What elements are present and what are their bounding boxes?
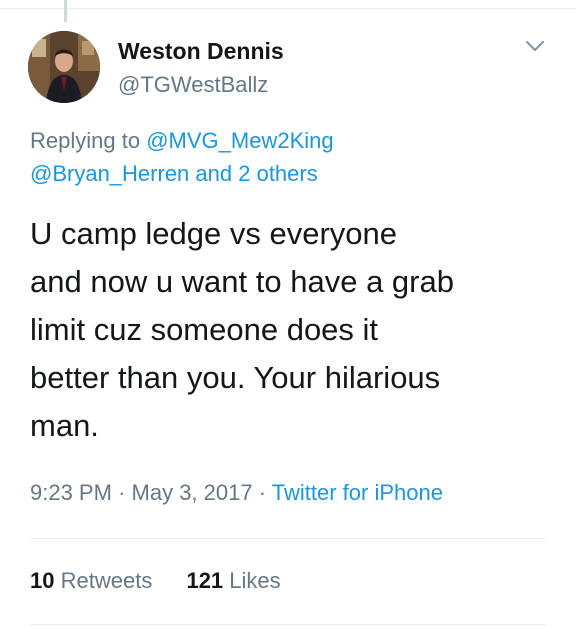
tweet-time[interactable]: 9:23 PM [30,480,112,505]
meta-separator: · [118,480,126,505]
retweets-stat[interactable]: 10 Retweets [30,568,158,593]
tweet-stats: 10 Retweets 121 Likes [30,568,309,594]
tweet-text-line: better than you. Your hilarious [30,360,441,395]
divider [30,624,546,625]
tweet-text: U camp ledge vs everyone and now u want … [30,210,560,450]
retweets-label: Retweets [60,568,153,593]
likes-count: 121 [186,568,224,593]
author-handle[interactable]: @TGWestBallz [118,72,268,98]
replying-prefix: Replying to [30,128,141,153]
mention-link[interactable]: @Bryan_Herren [30,161,189,186]
avatar[interactable] [28,31,100,103]
likes-label: Likes [229,568,281,593]
tweet-text-line: man. [30,408,99,443]
mention-link[interactable]: @MVG_Mew2King [146,128,333,153]
tweet-date[interactable]: May 3, 2017 [132,480,253,505]
author-name[interactable]: Weston Dennis [118,38,284,65]
tweet-text-line: U camp ledge vs everyone [30,216,398,251]
replying-to: Replying to @MVG_Mew2King @Bryan_Herren … [30,124,550,190]
likes-stat[interactable]: 121 Likes [186,568,280,593]
tweet-meta: 9:23 PM · May 3, 2017 · Twitter for iPho… [30,480,443,506]
tweet-source-link[interactable]: Twitter for iPhone [272,480,443,505]
thread-connector-line [64,0,67,22]
retweets-count: 10 [30,568,55,593]
thread-top-border [0,8,576,9]
meta-separator: · [258,480,267,505]
chevron-down-icon[interactable] [524,38,546,54]
others-link[interactable]: and 2 others [195,161,317,186]
tweet-text-line: limit cuz someone does it [30,312,379,347]
divider [30,538,546,539]
tweet-text-line: and now u want to have a grab [30,264,454,299]
